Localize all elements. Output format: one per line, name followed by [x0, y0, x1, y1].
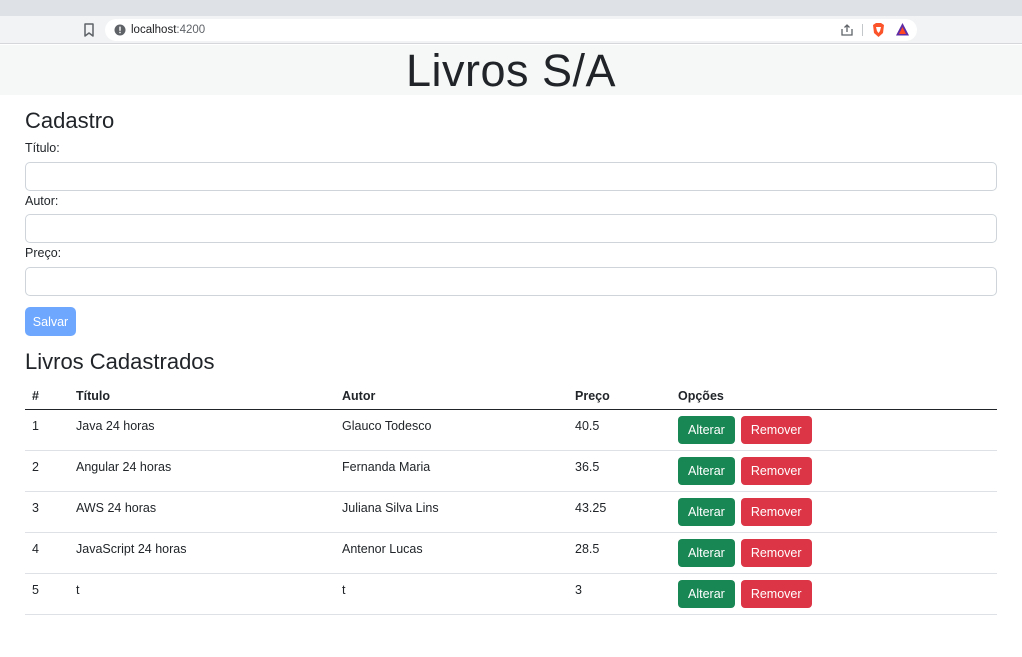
autor-label: Autor: — [25, 194, 59, 208]
row-num: 5 — [25, 573, 69, 615]
brave-shields-icon[interactable] — [871, 22, 886, 38]
preco-label: Preço: — [25, 246, 62, 260]
row-options: Alterar Remover — [671, 409, 997, 451]
titulo-label: Título: — [25, 141, 60, 155]
table-header-row: # Título Autor Preço Opções — [25, 383, 997, 410]
table-row: 5 t t 3 Alterar Remover — [25, 573, 997, 615]
browser-toolbar: localhost:4200 — [0, 16, 1022, 44]
row-num: 4 — [25, 532, 69, 574]
row-titulo: Java 24 horas — [69, 409, 335, 451]
remover-button[interactable]: Remover — [740, 579, 812, 608]
row-preco: 28.5 — [568, 532, 671, 574]
column-header-autor: Autor — [335, 383, 568, 410]
url-text[interactable]: localhost:4200 — [131, 23, 205, 37]
row-titulo: t — [69, 573, 335, 615]
column-header-titulo: Título — [69, 383, 335, 410]
omnibox-divider — [862, 24, 863, 36]
address-bar[interactable]: localhost:4200 — [105, 19, 917, 41]
row-preco: 40.5 — [568, 409, 671, 451]
url-port: :4200 — [176, 24, 206, 36]
row-autor: t — [335, 573, 568, 615]
alterar-button[interactable]: Alterar — [678, 497, 735, 526]
titulo-input[interactable] — [25, 162, 997, 191]
row-options: Alterar Remover — [671, 491, 997, 533]
row-autor: Fernanda Maria — [335, 450, 568, 492]
row-options: Alterar Remover — [671, 532, 997, 574]
row-options: Alterar Remover — [671, 573, 997, 615]
url-host: localhost — [131, 24, 177, 36]
table-row: 2 Angular 24 horas Fernanda Maria 36.5 A… — [25, 450, 997, 492]
row-num: 3 — [25, 491, 69, 533]
remover-button[interactable]: Remover — [740, 497, 812, 526]
save-button[interactable]: Salvar — [25, 307, 76, 336]
row-autor: Glauco Todesco — [335, 409, 568, 451]
row-num: 1 — [25, 409, 69, 451]
browser-tab-strip — [0, 0, 1022, 16]
row-autor: Antenor Lucas — [335, 532, 568, 574]
livros-heading: Livros Cadastrados — [25, 349, 215, 374]
row-options: Alterar Remover — [671, 450, 997, 492]
bookmark-icon[interactable] — [82, 22, 96, 38]
alterar-button[interactable]: Alterar — [678, 538, 735, 567]
row-num: 2 — [25, 450, 69, 492]
row-preco: 36.5 — [568, 450, 671, 492]
column-header-opcoes: Opções — [671, 383, 997, 410]
alterar-button[interactable]: Alterar — [678, 415, 735, 444]
table-row: 1 Java 24 horas Glauco Todesco 40.5 Alte… — [25, 409, 997, 451]
table-row: 4 JavaScript 24 horas Antenor Lucas 28.5… — [25, 532, 997, 574]
preco-input[interactable] — [25, 267, 997, 296]
brave-rewards-icon[interactable] — [895, 22, 910, 37]
remover-button[interactable]: Remover — [740, 456, 812, 485]
column-header-preco: Preço — [568, 383, 671, 410]
site-title: Livros S/A — [405, 45, 617, 96]
cadastro-heading: Cadastro — [25, 108, 115, 133]
row-titulo: Angular 24 horas — [69, 450, 335, 492]
site-header: Livros S/A — [0, 45, 1022, 96]
books-table: # Título Autor Preço Opções 1 Java 24 ho… — [25, 383, 997, 615]
alterar-button[interactable]: Alterar — [678, 579, 735, 608]
row-preco: 43.25 — [568, 491, 671, 533]
info-icon[interactable] — [114, 24, 126, 36]
remover-button[interactable]: Remover — [740, 538, 812, 567]
remover-button[interactable]: Remover — [740, 415, 812, 444]
row-preco: 3 — [568, 573, 671, 615]
table-row: 3 AWS 24 horas Juliana Silva Lins 43.25 … — [25, 491, 997, 533]
row-titulo: JavaScript 24 horas — [69, 532, 335, 574]
column-header-num: # — [25, 383, 69, 410]
alterar-button[interactable]: Alterar — [678, 456, 735, 485]
autor-input[interactable] — [25, 214, 997, 243]
share-icon[interactable] — [840, 23, 854, 37]
row-titulo: AWS 24 horas — [69, 491, 335, 533]
row-autor: Juliana Silva Lins — [335, 491, 568, 533]
